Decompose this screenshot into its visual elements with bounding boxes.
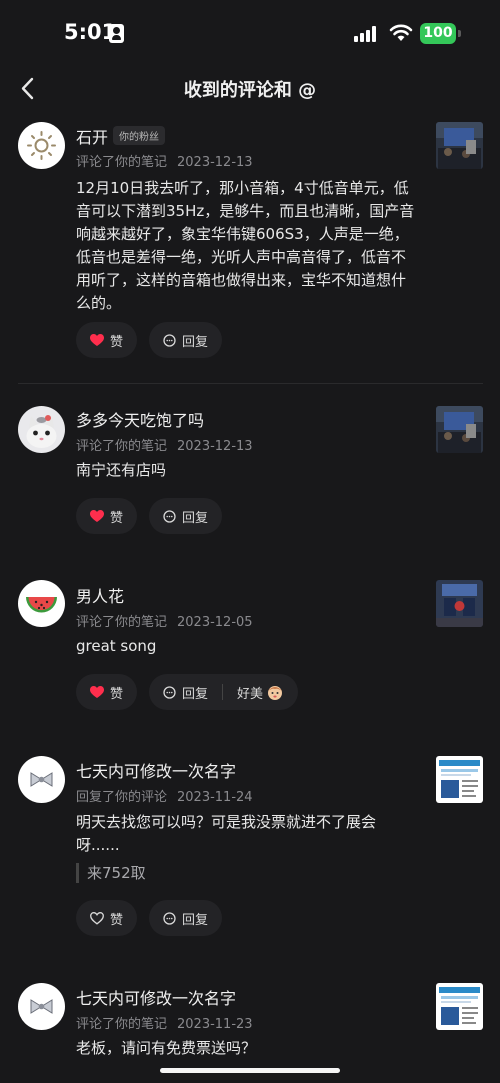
heart-outline-icon bbox=[90, 911, 104, 925]
status-bar: 5:01 100 bbox=[0, 0, 500, 66]
cellular-signal-icon bbox=[354, 26, 380, 42]
bow-avatar-icon bbox=[30, 999, 53, 1014]
focus-person-icon bbox=[109, 24, 124, 43]
watermelon-avatar-icon bbox=[26, 597, 57, 613]
comment-date: 2023-11-23 bbox=[177, 1017, 253, 1032]
action-label: 评论了你的笔记 bbox=[76, 1017, 168, 1032]
comment-item[interactable]: 七天内可修改一次名字 评论了你的笔记 2023-11-23 老板，请问有免费票送吗… bbox=[0, 973, 500, 1083]
heart-filled-icon bbox=[90, 509, 104, 522]
avatar[interactable] bbox=[18, 756, 65, 803]
reply-button[interactable]: 回复 bbox=[149, 900, 223, 936]
note-thumbnail[interactable] bbox=[436, 756, 483, 803]
reply-label: 回复 bbox=[182, 334, 209, 350]
user-name[interactable]: 男人花 bbox=[76, 583, 124, 607]
avatar[interactable] bbox=[18, 580, 65, 627]
like-button[interactable]: 赞 bbox=[76, 322, 138, 358]
note-thumbnail[interactable] bbox=[436, 983, 483, 1030]
note-photo bbox=[436, 122, 483, 169]
action-label: 评论了你的笔记 bbox=[76, 155, 168, 170]
home-indicator bbox=[160, 1068, 340, 1073]
like-label: 赞 bbox=[110, 334, 124, 350]
comment-text: great song bbox=[76, 637, 157, 655]
avatar[interactable] bbox=[18, 122, 65, 169]
like-button[interactable]: 赞 bbox=[76, 674, 138, 710]
like-label: 赞 bbox=[110, 686, 124, 702]
like-button[interactable]: 赞 bbox=[76, 900, 138, 936]
comment-date: 2023-12-13 bbox=[177, 439, 253, 454]
user-name[interactable]: 多多今天吃饱了吗 bbox=[76, 407, 204, 431]
comment-meta: 评论了你的笔记 2023-12-05 bbox=[76, 611, 253, 630]
comment-date: 2023-12-13 bbox=[177, 155, 253, 170]
note-thumbnail[interactable] bbox=[436, 122, 483, 169]
user-name[interactable]: 七天内可修改一次名字 bbox=[76, 985, 236, 1009]
reply-label: 回复 bbox=[182, 510, 209, 526]
action-label: 评论了你的笔记 bbox=[76, 615, 168, 630]
comment-bubble-icon bbox=[163, 509, 176, 523]
ticket-thumbnail bbox=[436, 756, 483, 803]
comment-date: 2023-11-24 bbox=[177, 790, 253, 805]
reply-button[interactable]: 回复 好美 bbox=[149, 674, 299, 710]
comment-bubble-icon bbox=[163, 685, 176, 699]
pill-separator bbox=[222, 684, 224, 700]
comment-meta: 评论了你的笔记 2023-11-23 bbox=[76, 1013, 253, 1032]
comment-text: 12月10日我去听了，那小音箱，4寸低音单元，低音可以下潜到35Hz，是够牛，而… bbox=[76, 179, 415, 312]
heart-filled-icon bbox=[90, 333, 104, 346]
note-thumbnail[interactable] bbox=[436, 580, 483, 627]
comment-text: 明天去找您可以吗？可是我没票就进不了展会呀...... bbox=[76, 813, 377, 854]
heart-filled-icon bbox=[90, 685, 104, 698]
comment-item[interactable]: 石开 你的粉丝 评论了你的笔记 2023-12-13 12月10日我去听了，那小音… bbox=[0, 112, 500, 384]
battery-cap bbox=[458, 30, 461, 37]
reply-label: 回复 bbox=[182, 912, 209, 928]
like-label: 赞 bbox=[110, 912, 124, 928]
bow-avatar-icon bbox=[30, 772, 53, 787]
avatar[interactable] bbox=[18, 406, 65, 453]
comment-meta: 回复了你的评论 2023-11-24 bbox=[76, 786, 253, 805]
comment-bubble-icon bbox=[163, 333, 176, 347]
reply-label: 回复 bbox=[182, 686, 209, 702]
comment-meta: 评论了你的笔记 2023-12-13 bbox=[76, 435, 253, 454]
wifi-icon bbox=[389, 24, 413, 41]
like-label: 赞 bbox=[110, 510, 124, 526]
reply-button[interactable]: 回复 bbox=[149, 322, 223, 358]
comment-item[interactable]: 七天内可修改一次名字 回复了你的评论 2023-11-24 明天去找您可以吗？可是… bbox=[0, 745, 500, 965]
page-title: 收到的评论和 @ bbox=[183, 80, 317, 101]
emoji-icon bbox=[268, 686, 283, 700]
note-photo bbox=[436, 406, 483, 453]
reply-button[interactable]: 回复 bbox=[149, 498, 223, 534]
comment-item[interactable]: 男人花 评论了你的笔记 2023-12-05 great song 赞 回复 好美 bbox=[0, 570, 500, 735]
comment-meta: 评论了你的笔记 2023-12-13 bbox=[76, 151, 253, 170]
nav-bar: 收到的评论和 @ bbox=[0, 66, 500, 112]
comment-text: 老板，请问有免费票送吗？ bbox=[76, 1039, 257, 1057]
user-name[interactable]: 七天内可修改一次名字 bbox=[76, 758, 236, 782]
comment-text: 南宁还有店吗 bbox=[76, 461, 167, 479]
divider bbox=[18, 383, 483, 384]
quick-reply[interactable]: 好美 bbox=[237, 683, 263, 702]
avatar[interactable] bbox=[18, 983, 65, 1030]
comment-item[interactable]: 多多今天吃饱了吗 评论了你的笔记 2023-12-13 南宁还有店吗 赞 回复 bbox=[0, 395, 500, 560]
action-label: 评论了你的笔记 bbox=[76, 439, 168, 454]
note-photo bbox=[436, 580, 483, 627]
ticket-thumbnail bbox=[436, 983, 483, 1030]
action-label: 回复了你的评论 bbox=[76, 790, 168, 805]
like-button[interactable]: 赞 bbox=[76, 498, 138, 534]
comment-date: 2023-12-05 bbox=[177, 615, 253, 630]
user-name[interactable]: 石开 bbox=[76, 124, 108, 148]
note-thumbnail[interactable] bbox=[436, 406, 483, 453]
sun-avatar-icon bbox=[27, 131, 56, 160]
comment-bubble-icon bbox=[163, 911, 176, 925]
fan-badge: 你的粉丝 bbox=[113, 126, 165, 145]
quoted-comment: 来752取 bbox=[76, 863, 146, 883]
cat-avatar-icon bbox=[26, 415, 57, 448]
battery-indicator: 100 bbox=[420, 23, 456, 44]
